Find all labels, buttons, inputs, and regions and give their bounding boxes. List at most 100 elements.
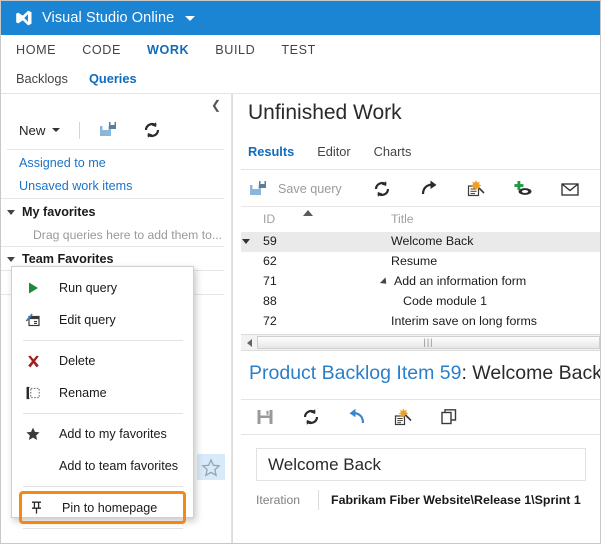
menu-item-run-query[interactable]: Run query xyxy=(12,272,193,304)
iteration-row: Iteration Fabrikam Fiber Website\Release… xyxy=(256,488,586,512)
menu-item-pin-to-homepage[interactable]: Pin to homepage xyxy=(19,491,186,524)
refresh-icon[interactable] xyxy=(372,179,392,199)
add-link-icon[interactable] xyxy=(513,179,533,199)
menu-item-label: Rename xyxy=(59,386,107,400)
cell-id: 72 xyxy=(263,314,277,328)
menu-item-add-to-team-favorites[interactable]: Add to team favorites xyxy=(12,450,193,482)
column-header-title[interactable]: Title xyxy=(391,212,414,226)
refresh-icon[interactable] xyxy=(301,407,321,427)
revert-icon[interactable] xyxy=(393,407,413,427)
row-expander-icon[interactable] xyxy=(242,239,250,244)
sidebar-toolbar-divider xyxy=(7,149,224,150)
column-options-icon[interactable] xyxy=(466,179,486,199)
visual-studio-logo-icon xyxy=(16,10,32,26)
scrollbar-thumb[interactable]: ||| xyxy=(257,336,600,349)
top-bar: Visual Studio Online xyxy=(1,1,600,35)
save-queries-icon[interactable] xyxy=(98,120,118,140)
work-item-header: Product Backlog Item 59: Welcome Back xyxy=(249,362,600,385)
menu-item-label: Add to team favorites xyxy=(59,459,179,473)
tab-results[interactable]: Results xyxy=(248,144,294,164)
tabs-divider xyxy=(241,169,600,170)
nav-item-test[interactable]: TEST xyxy=(281,43,316,57)
cell-id: 88 xyxy=(263,294,277,308)
star-outline-icon[interactable] xyxy=(200,457,222,479)
rename-icon xyxy=(23,383,43,403)
pin-icon xyxy=(26,498,46,518)
app-window: Visual Studio Online HOME CODE WORK BUIL… xyxy=(0,0,601,544)
work-item-title-field[interactable]: Welcome Back xyxy=(256,448,586,481)
menu-item-edit-query[interactable]: Edit query xyxy=(12,304,193,336)
scrollbar-track[interactable]: ||| xyxy=(257,335,600,350)
menu-divider-4 xyxy=(23,528,183,529)
results-grid-rows: 59 Welcome Back 62 Resume 71 Add an info… xyxy=(241,232,600,330)
subnav-item-backlogs[interactable]: Backlogs xyxy=(16,71,68,88)
sidebar-link-unsaved-work-items[interactable]: Unsaved work items xyxy=(19,179,132,193)
sort-ascending-icon[interactable] xyxy=(303,210,313,216)
cell-id: 71 xyxy=(263,274,277,288)
iteration-value[interactable]: Fabrikam Fiber Website\Release 1\Sprint … xyxy=(331,493,581,507)
chevron-down-icon[interactable] xyxy=(185,15,196,21)
main-nav: HOME CODE WORK BUILD TEST xyxy=(1,35,600,65)
results-grid-header: ID Title xyxy=(241,207,600,232)
menu-item-label: Edit query xyxy=(59,313,116,327)
sidebar-group-my-favorites[interactable]: My favorites xyxy=(7,205,96,219)
sidebar-divider-1 xyxy=(1,198,224,199)
copy-link-icon[interactable] xyxy=(439,407,459,427)
tab-charts[interactable]: Charts xyxy=(374,144,412,164)
nav-item-home[interactable]: HOME xyxy=(16,43,56,57)
scroll-left-icon[interactable] xyxy=(241,338,257,347)
sidebar-group-team-favorites[interactable]: Team Favorites xyxy=(7,252,113,266)
my-favorites-empty-hint: Drag queries here to add them to... xyxy=(33,228,223,242)
shield-icon xyxy=(23,539,43,543)
menu-item-label: Pin to homepage xyxy=(62,500,158,515)
menu-item-rename[interactable]: Rename xyxy=(12,377,193,409)
table-row[interactable]: 62 Resume xyxy=(241,252,600,272)
nav-item-build[interactable]: BUILD xyxy=(215,43,255,57)
subnav-item-queries[interactable]: Queries xyxy=(88,71,137,96)
results-toolbar: Save query xyxy=(248,172,600,206)
child-collapse-icon[interactable] xyxy=(379,277,390,287)
new-query-button[interactable]: New xyxy=(19,123,61,138)
expand-triangle-icon xyxy=(7,256,15,262)
revert-arrow-icon[interactable] xyxy=(419,179,439,199)
expand-triangle-icon xyxy=(7,209,15,215)
undo-icon[interactable] xyxy=(347,407,367,427)
tab-editor[interactable]: Editor xyxy=(317,144,350,164)
sidebar-link-assigned-to-me[interactable]: Assigned to me xyxy=(19,156,106,170)
work-item-link[interactable]: Product Backlog Item 59 xyxy=(249,362,461,384)
save-query-label[interactable]: Save query xyxy=(278,182,342,196)
query-tabs: Results Editor Charts xyxy=(248,144,434,164)
table-row[interactable]: 59 Welcome Back xyxy=(241,232,600,252)
menu-item-security[interactable]: Security... xyxy=(12,533,193,543)
no-icon-placeholder xyxy=(23,456,43,476)
collapse-pane-icon[interactable]: ❮ xyxy=(211,99,221,111)
menu-item-add-to-my-favorites[interactable]: Add to my favorites xyxy=(12,418,193,450)
app-title: Visual Studio Online xyxy=(42,10,175,26)
cell-id: 62 xyxy=(263,254,277,268)
sidebar-divider-2 xyxy=(1,246,224,247)
table-row[interactable]: 88 Code module 1 xyxy=(241,292,600,312)
sidebar-toolbar: New xyxy=(1,112,232,148)
email-icon[interactable] xyxy=(560,179,580,199)
menu-item-label: Delete xyxy=(59,354,96,368)
work-item-header-separator: : xyxy=(461,362,473,384)
edit-query-icon xyxy=(23,310,43,330)
nav-item-code[interactable]: CODE xyxy=(82,43,121,57)
save-icon[interactable] xyxy=(255,407,275,427)
menu-item-delete[interactable]: Delete xyxy=(12,345,193,377)
toolbar-divider xyxy=(79,121,81,139)
cell-id: 59 xyxy=(263,234,277,248)
table-row[interactable]: 71 Add an information form xyxy=(241,272,600,292)
work-item-header-title: Welcome Back xyxy=(472,362,600,384)
grid-horizontal-scrollbar[interactable]: ||| xyxy=(241,334,600,351)
save-query-icon[interactable] xyxy=(248,179,268,199)
nav-item-work[interactable]: WORK xyxy=(147,43,189,57)
column-header-id[interactable]: ID xyxy=(263,212,275,226)
iteration-label: Iteration xyxy=(256,493,301,507)
cell-title: Resume xyxy=(391,254,438,268)
run-play-icon xyxy=(23,278,43,298)
cell-title: Interim save on long forms xyxy=(391,314,537,328)
query-title: Unfinished Work xyxy=(248,101,402,124)
table-row[interactable]: 72 Interim save on long forms xyxy=(241,312,600,332)
refresh-icon[interactable] xyxy=(142,120,162,140)
